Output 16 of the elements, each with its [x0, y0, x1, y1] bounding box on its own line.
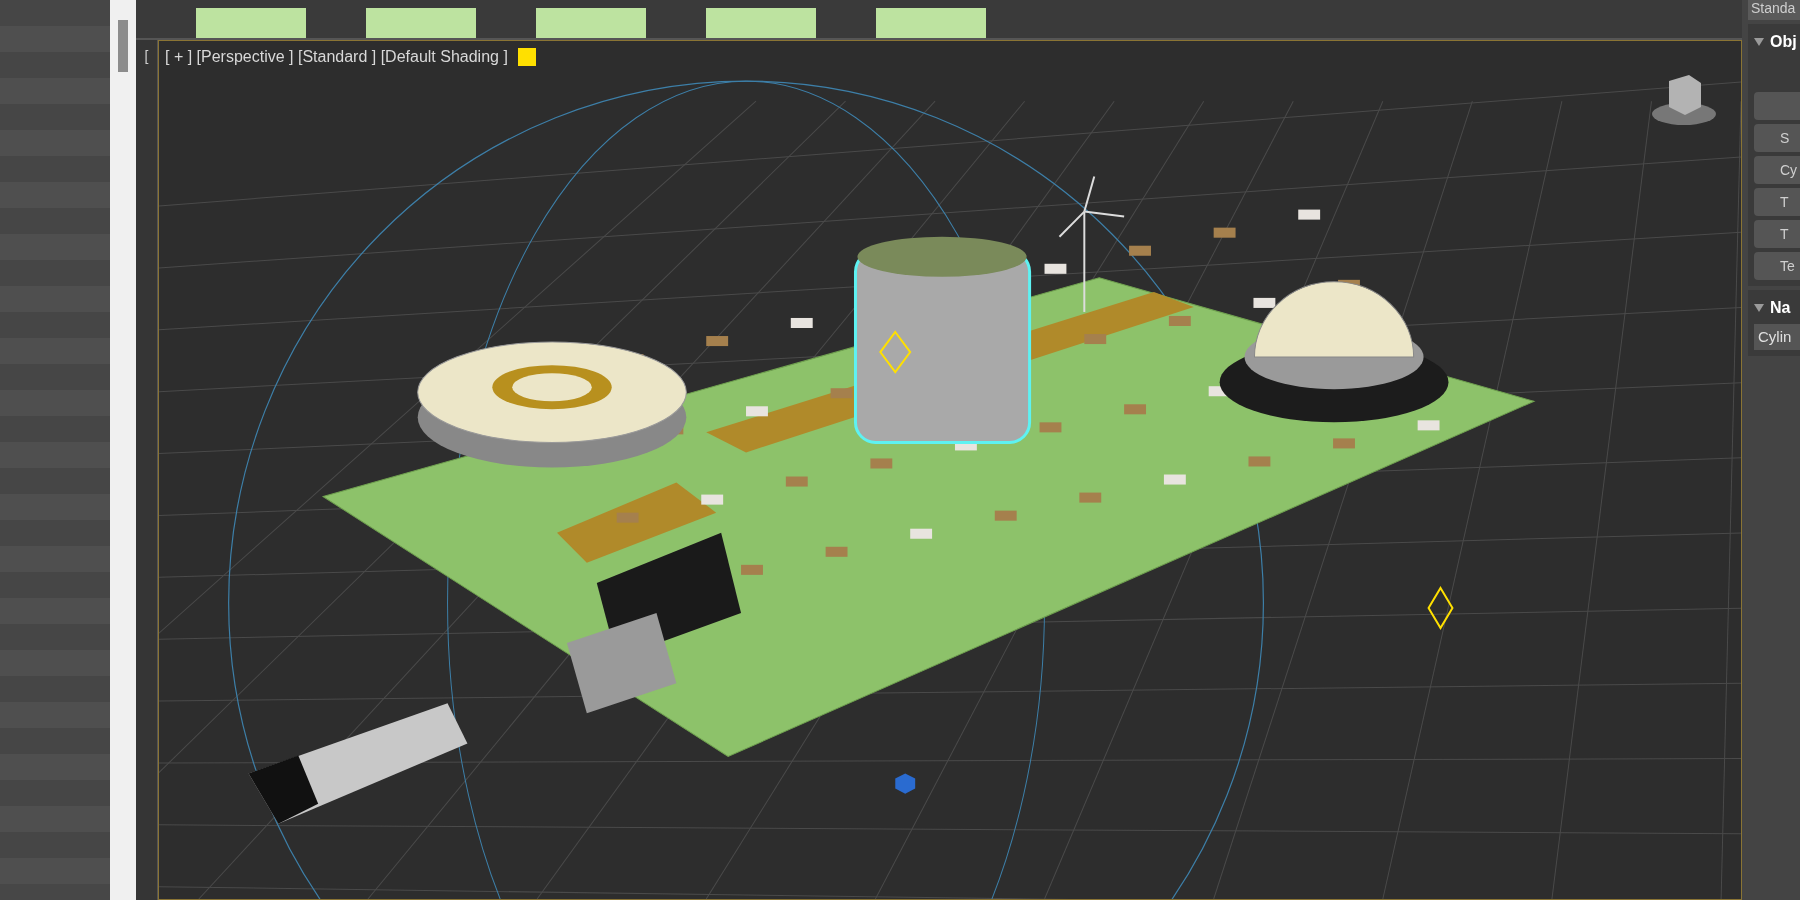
- viewport-label[interactable]: [ + ] [Perspective ] [Standard ] [Default Shading ]: [165, 45, 508, 69]
- object-type-button[interactable]: Cy: [1754, 156, 1800, 184]
- corner-bracket: [: [144, 47, 149, 66]
- type-dropdown[interactable]: Standa: [1748, 0, 1800, 20]
- rollout-title[interactable]: Obj: [1770, 30, 1797, 54]
- caret-icon[interactable]: [1754, 38, 1764, 46]
- color-swatch[interactable]: [517, 48, 536, 66]
- object-type-button[interactable]: Te: [1754, 252, 1800, 280]
- name-field[interactable]: Cylin: [1754, 324, 1800, 350]
- caret-icon[interactable]: [1754, 304, 1764, 312]
- object-type-button[interactable]: T: [1754, 220, 1800, 248]
- object-type-button[interactable]: S: [1754, 124, 1800, 152]
- object-type-button[interactable]: T: [1754, 188, 1800, 216]
- perspective-viewport[interactable]: [ + ] [Perspective ] [Standard ] [Default Shading ]: [158, 40, 1742, 900]
- rollout-title[interactable]: Na: [1770, 296, 1791, 320]
- scrollbar-thumb[interactable]: [118, 20, 128, 72]
